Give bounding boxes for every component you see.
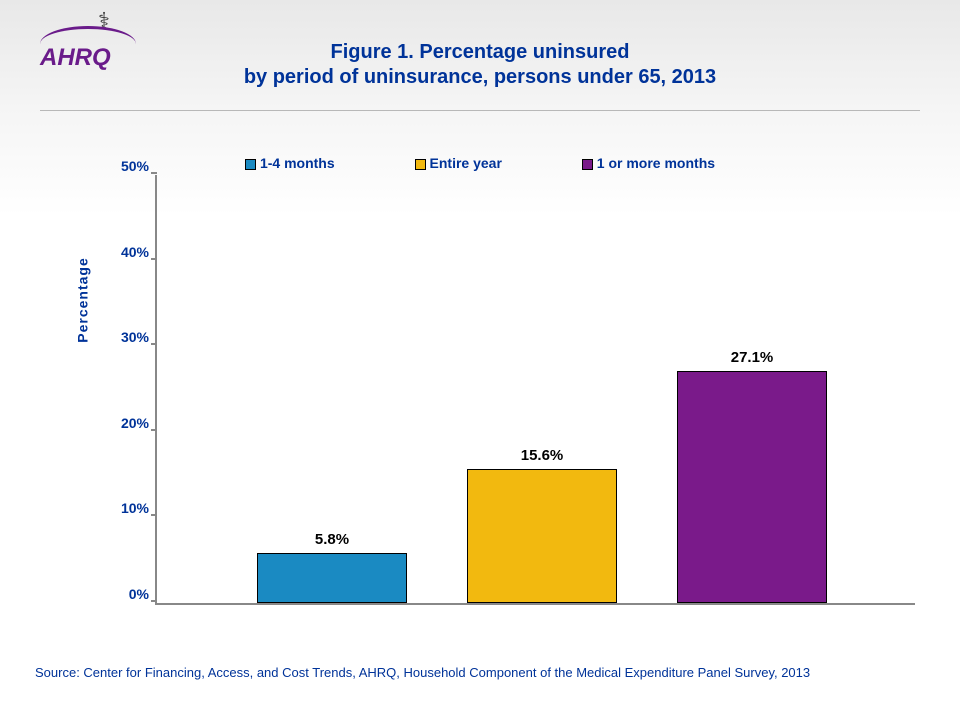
bar-value-label: 15.6% — [521, 447, 564, 464]
y-tick-mark — [151, 343, 157, 345]
title-line-2: by period of uninsurance, persons under … — [244, 66, 716, 88]
y-tick-mark — [151, 514, 157, 516]
plot-area: 0% 10% 20% 30% 40% 50% 5.8% 15.6% 27.1% — [155, 175, 915, 605]
chart-title: Figure 1. Percentage uninsured by period… — [0, 40, 960, 90]
bar-value-label: 27.1% — [731, 349, 774, 366]
y-axis-label: Percentage — [75, 257, 91, 342]
chart-area: 0% 10% 20% 30% 40% 50% 5.8% 15.6% 27.1% — [115, 150, 915, 630]
y-tick-mark — [151, 429, 157, 431]
y-tick-mark — [151, 258, 157, 260]
bar-entire-year: 15.6% — [467, 469, 617, 603]
header-divider — [40, 110, 920, 111]
bar-1-or-more-months: 27.1% — [677, 371, 827, 603]
y-tick-mark — [151, 600, 157, 602]
source-citation: Source: Center for Financing, Access, an… — [35, 665, 810, 680]
y-tick-mark — [151, 172, 157, 174]
bar-1-4-months: 5.8% — [257, 553, 407, 603]
title-line-1: Figure 1. Percentage uninsured — [331, 41, 630, 63]
bar-value-label: 5.8% — [315, 531, 349, 548]
